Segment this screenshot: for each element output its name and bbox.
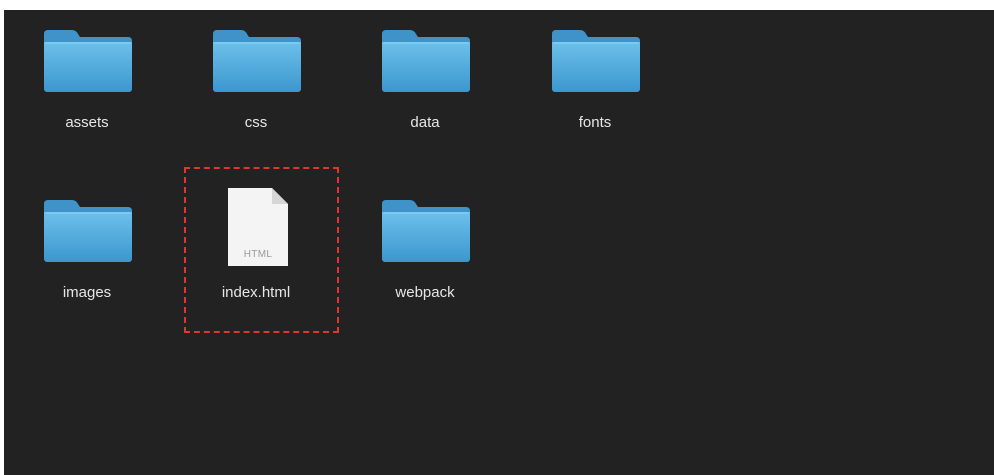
folder-item-assets[interactable]: assets [22,16,152,132]
folder-icon [42,28,134,94]
folder-label: webpack [395,284,455,301]
folder-item-fonts[interactable]: fonts [530,16,660,132]
folder-item-webpack[interactable]: webpack [360,186,490,302]
folder-icon [380,28,472,94]
folder-item-css[interactable]: css [191,16,321,132]
folder-icon [42,198,134,264]
folder-icon [380,198,472,264]
folder-icon [550,28,642,94]
folder-icon [211,28,303,94]
folder-label: fonts [578,114,612,131]
folder-label: images [62,284,112,301]
highlight-box [184,167,339,333]
folder-label: css [244,114,268,131]
folder-label: assets [65,114,109,131]
folder-item-images[interactable]: images [22,186,152,302]
folder-item-data[interactable]: data [360,16,490,132]
folder-label: data [410,114,440,131]
finder-window: assets css data fonts images HTML index.… [4,10,994,475]
